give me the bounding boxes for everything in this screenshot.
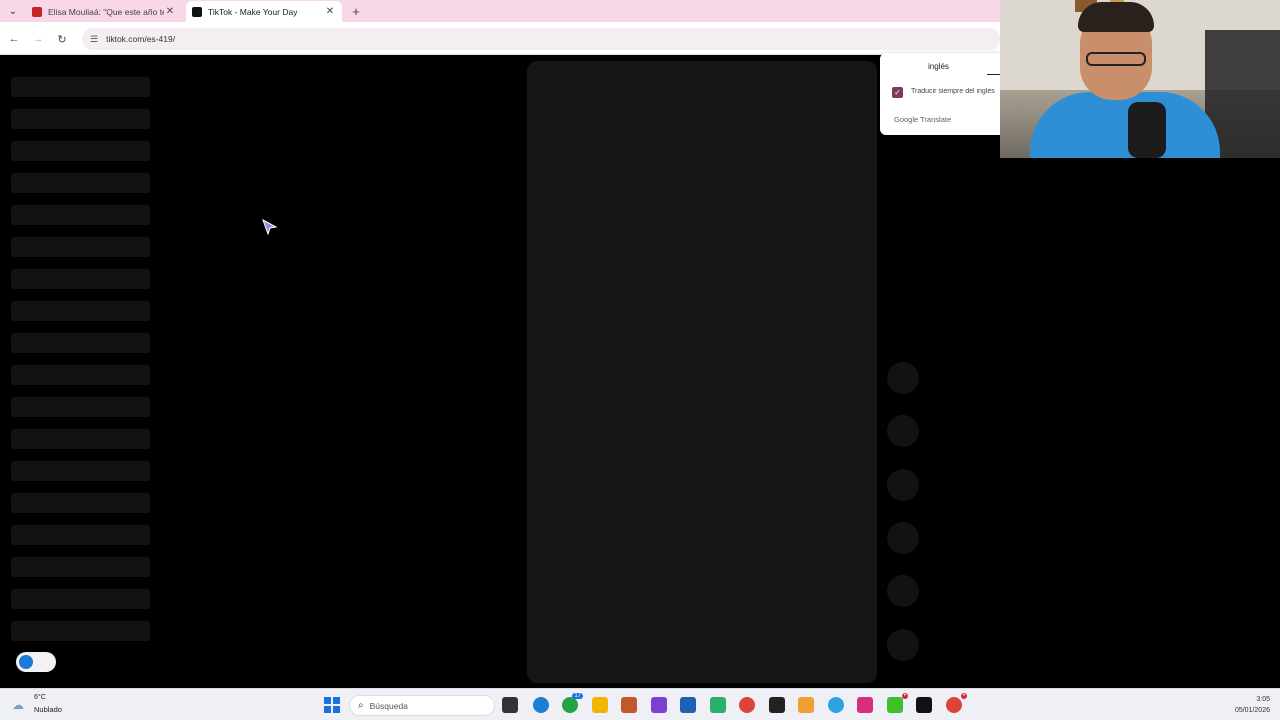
- close-icon[interactable]: ✕: [164, 6, 176, 17]
- action-button-placeholder[interactable]: [887, 575, 919, 607]
- webcam-overlay: [1000, 0, 1280, 158]
- theme-toggle[interactable]: [16, 652, 56, 672]
- sidebar-skeleton-item: [11, 589, 150, 609]
- chrome-icon[interactable]: [739, 697, 755, 713]
- sidebar-skeleton-item: [11, 365, 150, 385]
- sidebar-skeleton-item: [11, 141, 150, 161]
- sidebar-skeleton-item: [11, 109, 150, 129]
- taskbar-search[interactable]: ⌕ Búsqueda: [349, 695, 495, 716]
- action-button-placeholder[interactable]: [887, 629, 919, 661]
- mouse-cursor-icon: [262, 218, 278, 236]
- streamer-hair: [1078, 2, 1154, 32]
- whatsapp-icon[interactable]: 17: [562, 693, 583, 713]
- telegram-icon[interactable]: [828, 697, 844, 713]
- toggle-knob: [19, 655, 33, 669]
- tab-tiktok[interactable]: TikTok - Make Your Day ✕: [186, 1, 342, 22]
- share-button-placeholder[interactable]: [887, 522, 919, 554]
- google-translate-brand: Google Translate: [894, 115, 952, 124]
- site-info-icon[interactable]: ☰: [90, 34, 98, 45]
- rtve-icon[interactable]: [798, 697, 814, 713]
- store-icon[interactable]: [680, 697, 696, 713]
- weather-temp[interactable]: 6°C: [34, 694, 46, 701]
- chrome-icon[interactable]: •: [946, 693, 967, 713]
- system-clock[interactable]: 3:05 05/01/2026: [1235, 694, 1270, 716]
- windows-start-icon[interactable]: [324, 697, 340, 713]
- notification-badge: •: [960, 693, 967, 699]
- cloud-icon[interactable]: ☁: [12, 698, 24, 712]
- sidebar-skeleton-item: [11, 429, 150, 449]
- app-icon[interactable]: [710, 697, 726, 713]
- instagram-icon[interactable]: [857, 697, 873, 713]
- sidebar-skeleton-item: [11, 333, 150, 353]
- file-explorer-icon[interactable]: [592, 697, 608, 713]
- tab-title: Elisa Mouliaá: "Que este año te: [48, 6, 164, 17]
- weather-desc[interactable]: Nublado: [34, 705, 62, 714]
- sidebar-skeleton-item: [11, 77, 150, 97]
- sidebar-skeleton-item: [11, 461, 150, 481]
- always-translate-label: Traducir siempre del inglés: [911, 88, 995, 95]
- search-placeholder: Búsqueda: [369, 700, 408, 711]
- tab-title: TikTok - Make Your Day: [208, 6, 298, 17]
- save-button-placeholder[interactable]: [887, 469, 919, 501]
- clock-date: 05/01/2026: [1234, 707, 1270, 714]
- notification-badge: 17: [572, 693, 583, 699]
- new-tab-button[interactable]: +: [348, 2, 364, 20]
- sidebar-skeleton-item: [11, 237, 150, 257]
- edge-icon[interactable]: [533, 697, 549, 713]
- tiktok-favicon-icon: [192, 6, 202, 17]
- tiktok-icon[interactable]: [916, 697, 932, 713]
- forward-icon[interactable]: →: [30, 31, 46, 47]
- search-icon: ⌕: [358, 700, 364, 711]
- app-icon[interactable]: [769, 697, 785, 713]
- app-icon[interactable]: [621, 697, 637, 713]
- tab-favicon-icon: [32, 6, 42, 17]
- like-button-placeholder[interactable]: [887, 362, 919, 394]
- translate-popup: inglés ✓ Traducir siempre del inglés Goo…: [880, 53, 1005, 135]
- sidebar-skeleton-item: [11, 493, 150, 513]
- notification-badge: •: [901, 693, 908, 699]
- sidebar-skeleton-item: [11, 557, 150, 577]
- translate-language-tab[interactable]: inglés: [928, 62, 949, 71]
- clipchamp-icon[interactable]: [651, 697, 667, 713]
- tab-search-icon[interactable]: ⌄: [4, 2, 22, 20]
- microphone: [1128, 102, 1166, 158]
- sidebar-skeleton-item: [11, 269, 150, 289]
- close-icon[interactable]: ✕: [324, 6, 336, 17]
- sidebar-skeleton-item: [11, 301, 150, 321]
- kick-icon[interactable]: •: [887, 693, 908, 713]
- url-text: tiktok.com/es-419/: [106, 34, 176, 44]
- glasses: [1086, 52, 1146, 66]
- windows-taskbar: ☁ 6°C Nublado ⌕ Búsqueda 17 • • 3:05 05/…: [0, 688, 1280, 720]
- video-player-placeholder[interactable]: [527, 61, 877, 683]
- sidebar-skeleton-item: [11, 397, 150, 417]
- sidebar-skeleton-item: [11, 205, 150, 225]
- clock-time: 3:05: [1256, 696, 1270, 703]
- streamer-shirt: [1030, 92, 1220, 158]
- sidebar-skeleton-item: [11, 621, 150, 641]
- reload-icon[interactable]: ↻: [54, 31, 70, 47]
- address-bar[interactable]: ☰ tiktok.com/es-419/: [82, 28, 1000, 50]
- tab-elisa[interactable]: Elisa Mouliaá: "Que este año te ✕: [26, 1, 182, 22]
- sidebar-skeleton-item: [11, 173, 150, 193]
- comment-button-placeholder[interactable]: [887, 415, 919, 447]
- back-icon[interactable]: ←: [6, 31, 22, 47]
- sidebar-skeleton-item: [11, 525, 150, 545]
- task-view-icon[interactable]: [502, 697, 518, 713]
- screen: ⌄ Elisa Mouliaá: "Que este año te ✕ TikT…: [0, 0, 1280, 720]
- always-translate-checkbox[interactable]: ✓: [892, 87, 903, 98]
